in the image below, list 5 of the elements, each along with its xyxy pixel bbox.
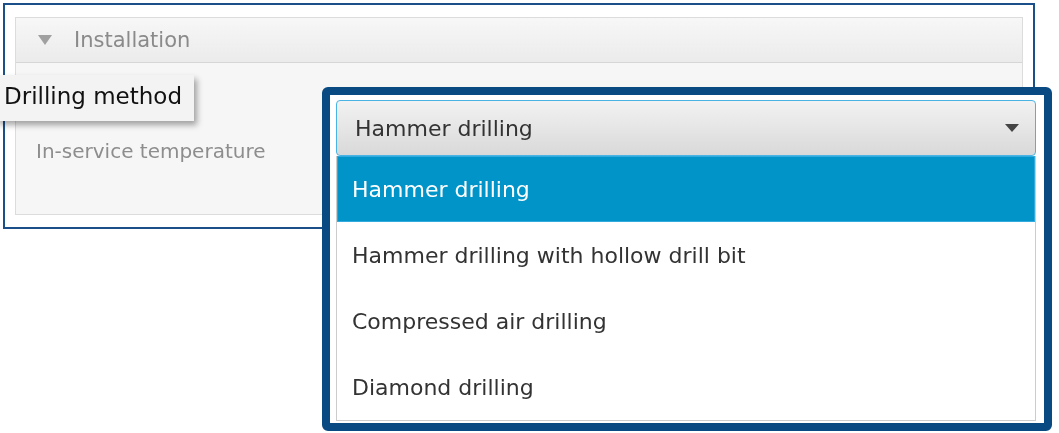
caret-icon bbox=[1005, 124, 1019, 132]
section-title: Installation bbox=[74, 28, 191, 52]
combo-box[interactable]: Hammer drilling bbox=[336, 100, 1036, 156]
field-label: In-service temperature bbox=[36, 139, 266, 163]
field-label: Drilling method bbox=[0, 75, 195, 121]
